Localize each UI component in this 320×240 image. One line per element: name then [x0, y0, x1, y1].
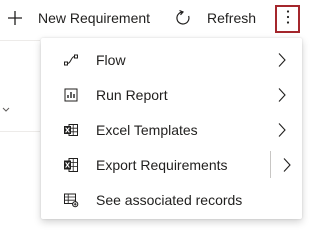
chevron-down-icon: [2, 100, 10, 118]
excel-icon: [62, 121, 80, 139]
refresh-button[interactable]: Refresh: [173, 0, 256, 36]
app-page: New Requirement Refresh Flow Run Report …: [0, 0, 315, 224]
background-divider: [0, 131, 40, 132]
menu-item-label: Flow: [96, 52, 126, 68]
menu-item-label: Run Report: [96, 87, 168, 103]
chevron-right-icon: [277, 87, 287, 103]
plus-icon: [4, 7, 26, 29]
split-divider: [270, 151, 271, 178]
more-vertical-icon: [285, 9, 291, 30]
menu-item-run-report[interactable]: Run Report: [41, 77, 302, 112]
chevron-right-icon: [277, 52, 287, 68]
new-requirement-button[interactable]: New Requirement: [4, 0, 150, 36]
refresh-icon: [173, 8, 193, 28]
overflow-menu: Flow Run Report Excel Templates Export R…: [41, 38, 302, 219]
associated-records-icon: [62, 191, 80, 209]
flow-icon: [62, 51, 80, 69]
menu-item-label: Export Requirements: [96, 157, 228, 173]
chevron-right-icon[interactable]: [282, 157, 292, 173]
menu-item-export-requirements[interactable]: Export Requirements: [41, 147, 302, 182]
refresh-label: Refresh: [207, 10, 257, 26]
menu-item-label: See associated records: [96, 192, 243, 208]
new-requirement-label: New Requirement: [38, 10, 151, 26]
background-divider: [0, 40, 40, 41]
menu-item-excel-templates[interactable]: Excel Templates: [41, 112, 302, 147]
more-commands-button[interactable]: [275, 5, 300, 33]
excel-export-icon: [62, 156, 80, 174]
command-bar: New Requirement Refresh: [0, 0, 315, 36]
menu-item-flow[interactable]: Flow: [41, 42, 302, 77]
menu-item-see-associated-records[interactable]: See associated records: [41, 182, 302, 217]
report-icon: [62, 86, 80, 104]
chevron-right-icon: [277, 122, 287, 138]
menu-item-label: Excel Templates: [96, 122, 198, 138]
